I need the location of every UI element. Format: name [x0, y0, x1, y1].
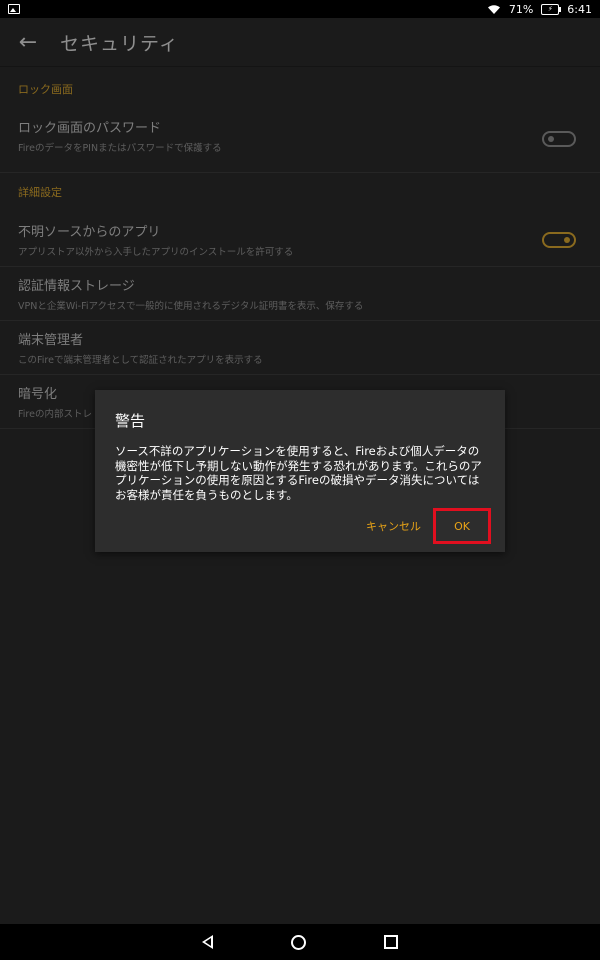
setting-row-lock-password[interactable]: ロック画面のパスワード FireのデータをPINまたはパスワードで保護する [0, 105, 600, 173]
nav-home-icon[interactable] [291, 934, 306, 950]
setting-row-unknown-sources[interactable]: 不明ソースからのアプリ アプリストア以外から入手したアプリのインストールを許可す… [0, 213, 600, 267]
battery-percent: 71% [508, 2, 534, 16]
status-right: 71% ⚡ 6:41 [487, 3, 592, 16]
setting-title: 不明ソースからのアプリ [18, 225, 161, 240]
settings-list: ロック画面 ロック画面のパスワード FireのデータをPINまたはパスワードで保… [0, 67, 600, 429]
nav-back-icon[interactable] [202, 935, 213, 949]
setting-subtitle: アプリストア以外から入手したアプリのインストールを許可する [18, 247, 294, 258]
setting-row-credential-storage[interactable]: 認証情報ストレージ VPNと企業Wi-Fiアクセスで一般的に使用されるデジタル証… [0, 267, 600, 321]
dialog-message: ソース不詳のアプリケーションを使用すると、Fireおよび個人データの機密性が低下… [115, 444, 482, 502]
status-bar: 71% ⚡ 6:41 [0, 0, 600, 18]
wifi-icon [487, 4, 500, 14]
image-notification-icon [8, 4, 20, 14]
arrow-left-icon[interactable]: ← [0, 18, 56, 66]
clock: 6:41 [567, 2, 592, 16]
setting-title: ロック画面のパスワード [18, 121, 162, 136]
setting-title: 認証情報ストレージ [18, 279, 135, 294]
unknown-sources-toggle[interactable] [542, 231, 576, 248]
lock-password-toggle[interactable] [542, 130, 576, 147]
app-bar: ← セキュリティ [0, 18, 600, 67]
setting-subtitle: このFireで端末管理者として認証されたアプリを表示する [18, 355, 263, 366]
setting-subtitle: FireのデータをPINまたはパスワードで保護する [18, 143, 222, 154]
ok-button-label: OK [454, 519, 470, 533]
navigation-bar [0, 924, 600, 960]
nav-recents-icon[interactable] [384, 935, 398, 949]
toggle-knob [548, 135, 554, 142]
setting-row-device-admins[interactable]: 端末管理者 このFireで端末管理者として認証されたアプリを表示する [0, 321, 600, 375]
section-header-lock-screen: ロック画面 [18, 83, 73, 96]
setting-title: 端末管理者 [18, 333, 84, 348]
toggle-knob [564, 236, 570, 243]
section-header-advanced: 詳細設定 [18, 186, 62, 199]
page-title: セキュリティ [60, 32, 179, 55]
setting-subtitle: VPNと企業Wi-Fiアクセスで一般的に使用されるデジタル証明書を表示、保存する [18, 301, 364, 312]
cancel-button[interactable]: キャンセル [366, 518, 421, 534]
battery-charging-icon: ⚡ [541, 3, 562, 15]
dialog-title: 警告 [115, 412, 146, 430]
warning-dialog: 警告 ソース不詳のアプリケーションを使用すると、Fireおよび個人データの機密性… [95, 390, 505, 552]
ok-button[interactable]: OK [433, 508, 491, 544]
